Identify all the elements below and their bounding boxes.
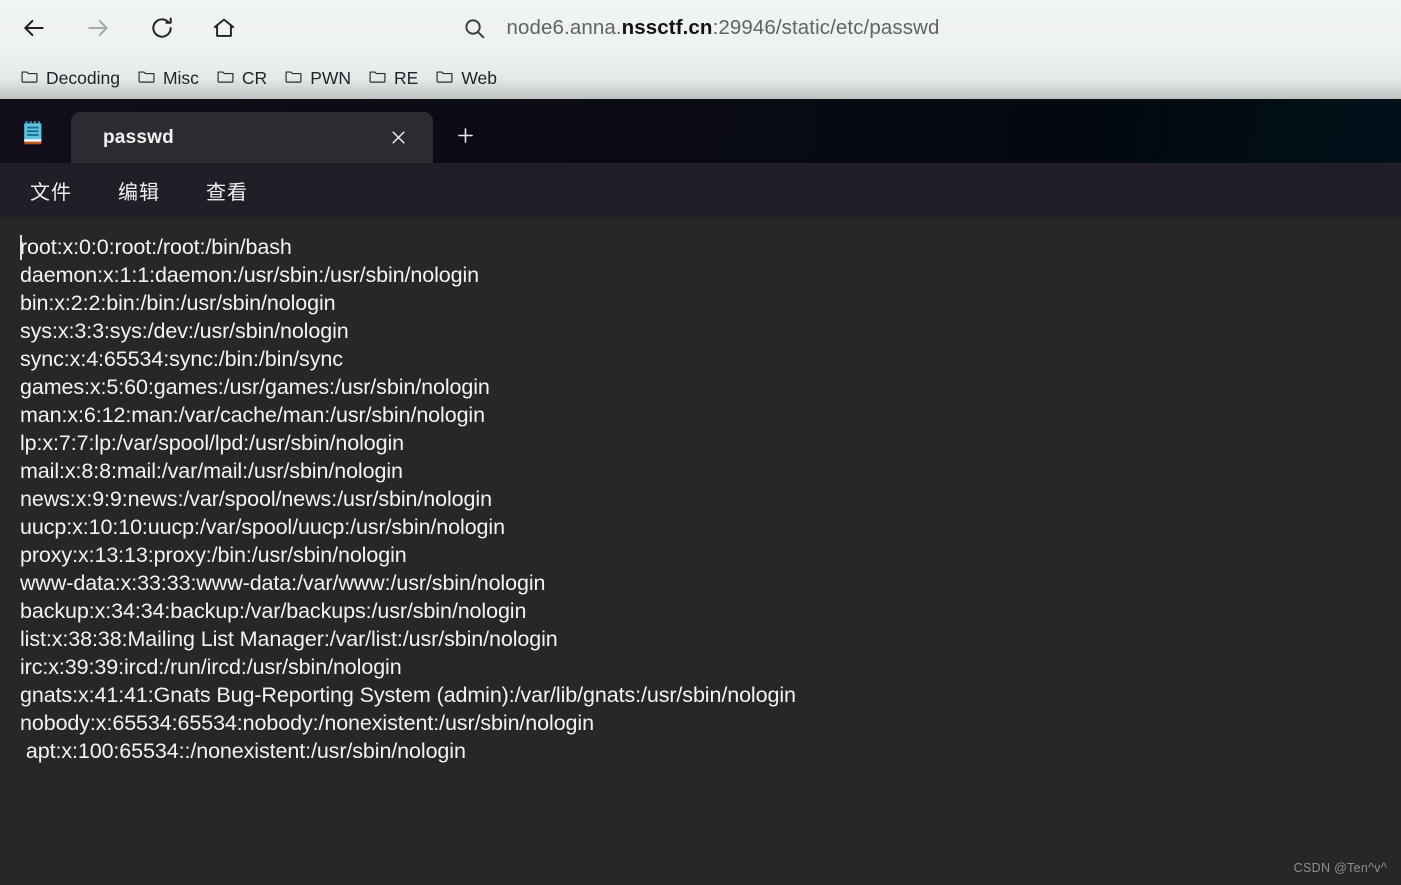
text-line: lp:x:7:7:lp:/var/spool/lpd:/usr/sbin/nol…	[20, 429, 1401, 457]
text-line: backup:x:34:34:backup:/var/backups:/usr/…	[20, 597, 1401, 625]
browser-chrome: node6.anna.nssctf.cn:29946/static/etc/pa…	[0, 0, 1401, 101]
text-line: daemon:x:1:1:daemon:/usr/sbin:/usr/sbin/…	[20, 261, 1401, 289]
notepad-window: passwd 文件 编辑 查看 root:x:0:0:root:/root:/b…	[0, 101, 1401, 885]
folder-icon	[137, 67, 156, 91]
new-tab-button[interactable]	[449, 122, 481, 154]
text-line: bin:x:2:2:bin:/bin:/usr/sbin/nologin	[20, 289, 1401, 317]
bookmark-web[interactable]: Web	[429, 63, 506, 95]
notepad-menubar: 文件 编辑 查看	[0, 163, 1401, 217]
text-line: list:x:38:38:Mailing List Manager:/var/l…	[20, 625, 1401, 653]
bookmarks-bar: Decoding Misc CR PWN	[0, 56, 1401, 101]
menu-file[interactable]: 文件	[16, 170, 86, 211]
reload-button[interactable]	[140, 6, 184, 50]
text-line: www-data:x:33:33:www-data:/var/www:/usr/…	[20, 569, 1401, 597]
home-button[interactable]	[202, 6, 246, 50]
text-line: sys:x:3:3:sys:/dev:/usr/sbin/nologin	[20, 317, 1401, 345]
url-prefix: node6.anna.	[507, 16, 622, 39]
text-line: root:x:0:0:root:/root:/bin/bash	[20, 233, 1401, 261]
folder-icon	[216, 67, 235, 91]
text-line: uucp:x:10:10:uucp:/var/spool/uucp:/usr/s…	[20, 513, 1401, 541]
url-text: node6.anna.nssctf.cn:29946/static/etc/pa…	[507, 16, 940, 40]
text-line: proxy:x:13:13:proxy:/bin:/usr/sbin/nolog…	[20, 541, 1401, 569]
notepad-icon	[20, 119, 48, 147]
folder-icon	[20, 67, 39, 91]
url-suffix: :29946/static/etc/passwd	[713, 16, 940, 39]
search-icon	[462, 16, 487, 41]
bookmark-label: Decoding	[46, 68, 120, 89]
bookmark-pwn[interactable]: PWN	[278, 63, 360, 95]
reload-icon	[149, 15, 175, 41]
notepad-titlebar: passwd	[0, 101, 1401, 163]
back-arrow-icon	[21, 15, 47, 41]
bookmark-misc[interactable]: Misc	[131, 63, 208, 95]
browser-toolbar: node6.anna.nssctf.cn:29946/static/etc/pa…	[0, 0, 1401, 56]
text-line: games:x:5:60:games:/usr/games:/usr/sbin/…	[20, 373, 1401, 401]
bookmark-label: CR	[242, 68, 267, 89]
editor-lines: root:x:0:0:root:/root:/bin/bash daemon:x…	[0, 233, 1401, 765]
watermark: CSDN @Ten^v^	[1294, 861, 1387, 875]
tab-passwd[interactable]: passwd	[71, 112, 433, 163]
bookmark-re[interactable]: RE	[362, 63, 427, 95]
bookmark-label: Misc	[163, 68, 199, 89]
tab-title: passwd	[103, 127, 174, 149]
folder-icon	[435, 67, 454, 91]
menu-edit[interactable]: 编辑	[104, 170, 174, 211]
bookmark-label: Web	[461, 68, 497, 89]
text-line: man:x:6:12:man:/var/cache/man:/usr/sbin/…	[20, 401, 1401, 429]
text-line: mail:x:8:8:mail:/var/mail:/usr/sbin/nolo…	[20, 457, 1401, 485]
forward-button[interactable]	[76, 6, 120, 50]
text-line: news:x:9:9:news:/var/spool/news:/usr/sbi…	[20, 485, 1401, 513]
menu-view[interactable]: 查看	[192, 170, 262, 211]
back-button[interactable]	[12, 6, 56, 50]
text-line: gnats:x:41:41:Gnats Bug-Reporting System…	[20, 681, 1401, 709]
text-line: apt:x:100:65534::/nonexistent:/usr/sbin/…	[20, 737, 1401, 765]
bookmark-cr[interactable]: CR	[210, 63, 276, 95]
close-icon[interactable]	[383, 123, 413, 153]
bookmark-decoding[interactable]: Decoding	[14, 63, 129, 95]
folder-icon	[368, 67, 387, 91]
text-line: sync:x:4:65534:sync:/bin:/bin/sync	[20, 345, 1401, 373]
bookmark-label: PWN	[310, 68, 351, 89]
bookmark-label: RE	[394, 68, 418, 89]
home-icon	[211, 15, 237, 41]
text-editor-area[interactable]: root:x:0:0:root:/root:/bin/bash daemon:x…	[0, 217, 1401, 885]
folder-icon	[284, 67, 303, 91]
url-host: nssctf.cn	[622, 16, 713, 39]
plus-icon	[456, 126, 475, 150]
text-line: nobody:x:65534:65534:nobody:/nonexistent…	[20, 709, 1401, 737]
address-bar[interactable]: node6.anna.nssctf.cn:29946/static/etc/pa…	[462, 16, 940, 41]
forward-arrow-icon	[85, 15, 111, 41]
text-line: irc:x:39:39:ircd:/run/ircd:/usr/sbin/nol…	[20, 653, 1401, 681]
